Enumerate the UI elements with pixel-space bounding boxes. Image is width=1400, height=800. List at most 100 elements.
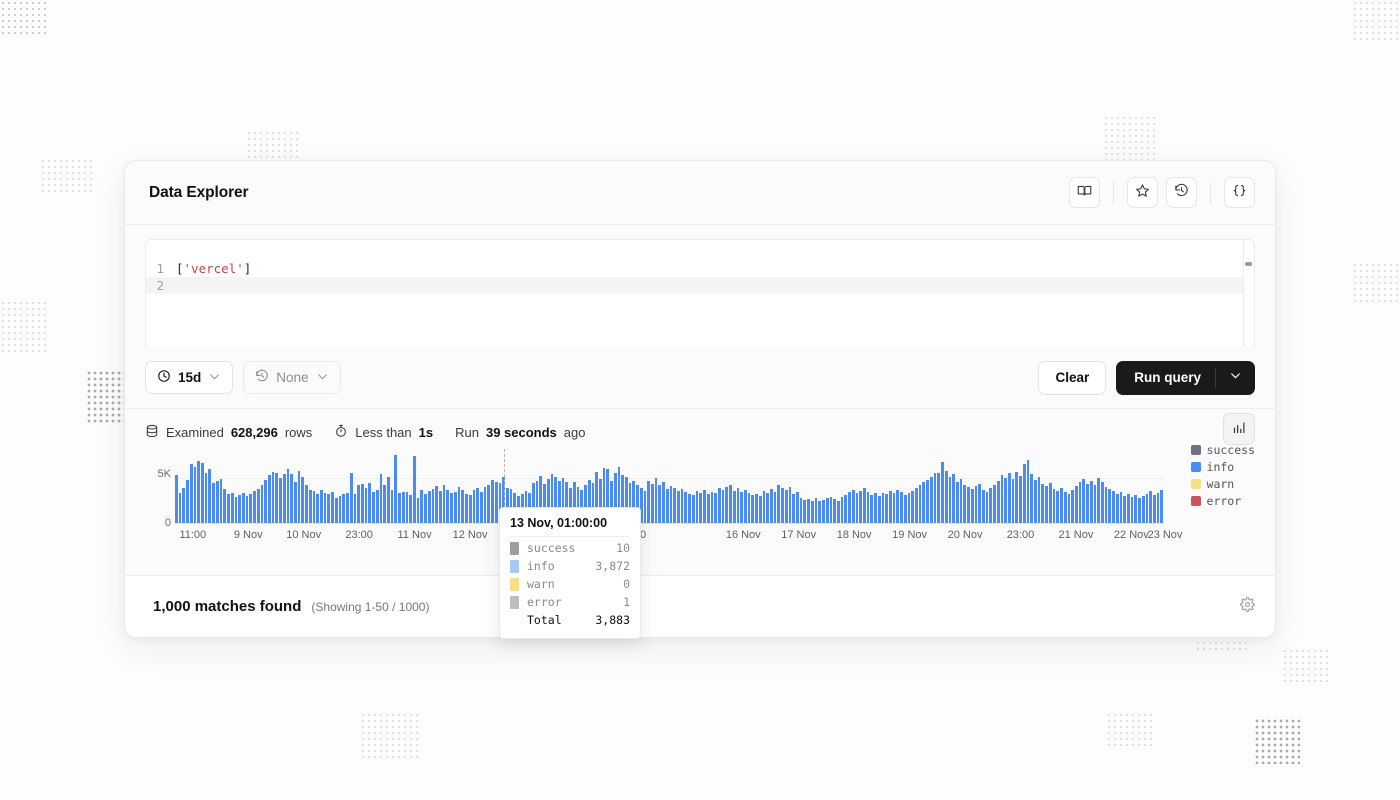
chart-bar	[216, 481, 219, 523]
tooltip-swatch	[510, 560, 519, 573]
chart-bar	[417, 498, 420, 523]
favorite-star-button[interactable]	[1127, 177, 1158, 208]
chart-bar	[290, 474, 293, 523]
bg-dot-square	[40, 158, 92, 194]
chart-bar	[354, 494, 357, 523]
chart-bar	[647, 481, 650, 523]
query-history-button[interactable]	[1166, 177, 1197, 208]
chart-bar	[900, 492, 903, 523]
chart-bar	[681, 489, 684, 523]
last-run-value: 39 seconds	[486, 425, 557, 440]
chart-x-tick: 9 Nov	[234, 529, 263, 541]
bg-dot-square	[1352, 0, 1400, 40]
chart-bar	[1149, 491, 1152, 523]
chart-bar	[487, 485, 490, 523]
legend-label: error	[1207, 494, 1242, 508]
chevron-down-icon	[1229, 369, 1242, 387]
line-number: 2	[146, 278, 176, 293]
chart-plot-area[interactable]	[175, 455, 1165, 523]
chart-bar	[1079, 482, 1082, 523]
chart-bar	[841, 497, 844, 523]
chart-bar	[413, 456, 416, 524]
chart-bar	[666, 489, 669, 523]
legend-item[interactable]: error	[1191, 494, 1255, 508]
tooltip-row: warn0	[510, 575, 630, 593]
chart-y-tick: 5K	[158, 468, 171, 480]
query-editor[interactable]: 1 ['vercel'] 2	[145, 239, 1255, 347]
docs-book-button[interactable]	[1069, 177, 1100, 208]
chart-bar	[755, 494, 758, 523]
json-view-button[interactable]	[1224, 177, 1255, 208]
clear-button[interactable]: Clear	[1038, 361, 1106, 395]
chart-x-tick: 11 Nov	[398, 529, 432, 541]
time-range-selector[interactable]: 15d	[145, 361, 233, 394]
editor-scrollbar[interactable]	[1243, 240, 1254, 347]
chart-bar	[952, 474, 955, 523]
chart-bar	[971, 489, 974, 523]
chart-bar	[346, 493, 349, 523]
chart-bar	[651, 484, 654, 523]
chart-bar	[261, 485, 264, 523]
chart-bar	[376, 490, 379, 523]
tooltip-value: 0	[623, 575, 630, 593]
code-token-punct: ]	[244, 261, 252, 276]
legend-item[interactable]: info	[1191, 460, 1255, 474]
run-query-button[interactable]: Run query	[1116, 361, 1255, 395]
chart-x-tick: 22 Nov	[1114, 529, 1149, 541]
chart-bar	[978, 484, 981, 523]
code-token-punct: [	[176, 261, 184, 276]
chart-bar	[874, 493, 877, 523]
chart-x-tick: 17 Nov	[781, 529, 816, 541]
run-query-dropdown[interactable]	[1215, 368, 1255, 388]
chart-x-tick: 23:00	[345, 529, 373, 541]
chart-bar	[394, 455, 397, 523]
chart-bar	[759, 496, 762, 523]
chart-bar	[205, 473, 208, 523]
chart-bar	[1112, 491, 1115, 523]
chart-bar	[718, 488, 721, 523]
chart-bar	[1127, 494, 1130, 523]
chart-bar	[1142, 496, 1145, 523]
controls-right: Clear Run query	[1038, 361, 1255, 395]
chart-bar	[398, 493, 401, 523]
chart-bar	[335, 498, 338, 523]
chart-bar	[1123, 496, 1126, 523]
chart-bar	[313, 491, 316, 523]
chart-bar	[491, 480, 494, 523]
chart-bar	[1015, 472, 1018, 523]
chart-bar	[1012, 479, 1015, 523]
chart-bar	[707, 494, 710, 523]
code-content[interactable]: ['vercel']	[176, 261, 251, 276]
chart-bar	[677, 491, 680, 523]
controls-left: 15d None	[145, 361, 341, 394]
chart-bar	[461, 490, 464, 523]
chart-x-tick: 23 Nov	[1148, 529, 1183, 541]
chart-bar	[1004, 478, 1007, 523]
tooltip-label: success	[527, 539, 616, 557]
chart-bar	[1153, 495, 1156, 523]
chart-view-toggle-button[interactable]	[1223, 413, 1255, 445]
chart-bar	[484, 487, 487, 523]
chart-legend: success info warn error	[1191, 443, 1255, 508]
chart-x-tick: 21 Nov	[1058, 529, 1093, 541]
results-settings-button[interactable]	[1240, 597, 1255, 617]
chart-bar	[714, 493, 717, 523]
last-run-stat: Run 39 seconds ago	[455, 425, 585, 440]
chart-bar	[926, 480, 929, 523]
chart-bars	[175, 455, 1165, 523]
compare-selector[interactable]: None	[243, 361, 340, 394]
chart-bar	[837, 501, 840, 523]
chart-bar	[1068, 494, 1071, 523]
chart-bar	[327, 494, 330, 523]
chart-bar	[324, 493, 327, 523]
chart-bar	[777, 485, 780, 523]
chart-bar	[751, 495, 754, 523]
editor-scrollbar-thumb[interactable]	[1245, 262, 1252, 266]
legend-item[interactable]: warn	[1191, 477, 1255, 491]
chart-bar	[737, 488, 740, 523]
legend-item[interactable]: success	[1191, 443, 1255, 457]
history-icon	[255, 369, 269, 386]
chart-bar	[342, 494, 345, 523]
chevron-down-icon	[208, 370, 221, 386]
chart-bar	[420, 490, 423, 523]
